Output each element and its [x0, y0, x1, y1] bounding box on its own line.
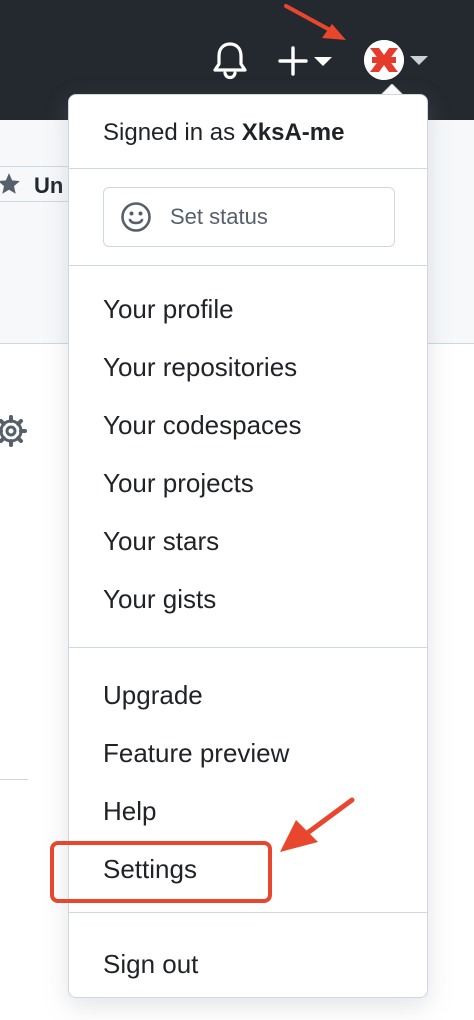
gear-icon[interactable]	[0, 414, 28, 448]
status-section: Set status	[69, 169, 427, 266]
menu-item-label: Sign out	[103, 949, 199, 979]
chevron-down-icon	[314, 57, 332, 66]
menu-item-label: Your codespaces	[103, 410, 302, 440]
star-icon	[0, 173, 20, 194]
unstar-label: Un	[34, 173, 64, 198]
user-menu-button[interactable]	[360, 36, 434, 84]
settings-highlight-box	[50, 841, 272, 903]
menu-item-upgrade[interactable]: Upgrade	[69, 668, 427, 720]
background-divider	[0, 779, 28, 780]
menu-item-label: Your projects	[103, 468, 254, 498]
menu-item-your-codespaces[interactable]: Your codespaces	[69, 398, 427, 450]
menu-item-label: Your repositories	[103, 352, 298, 382]
set-status-label: Set status	[170, 204, 268, 229]
menu-item-help[interactable]: Help	[69, 784, 427, 836]
annotation-arrow-icon	[284, 4, 346, 40]
chevron-down-icon	[410, 56, 428, 65]
sign-out-group: Sign out	[69, 913, 427, 999]
menu-item-your-projects[interactable]: Your projects	[69, 456, 427, 508]
menu-item-label: Your profile	[103, 294, 234, 324]
signed-in-prefix: Signed in as	[103, 119, 242, 146]
menu-item-label: Upgrade	[103, 680, 203, 710]
menu-item-label: Feature preview	[103, 738, 290, 768]
menu-item-your-repositories[interactable]: Your repositories	[69, 340, 427, 392]
menu-item-your-stars[interactable]: Your stars	[69, 514, 427, 566]
signed-in-text: Signed in as XksA-me	[103, 119, 344, 147]
avatar-x-logo-icon	[364, 40, 404, 80]
menu-item-feature-preview[interactable]: Feature preview	[69, 726, 427, 778]
bell-icon	[213, 42, 247, 80]
set-status-button[interactable]: Set status	[103, 187, 395, 247]
menu-item-your-profile[interactable]: Your profile	[69, 282, 427, 334]
smiley-icon	[121, 202, 151, 232]
menu-item-your-gists[interactable]: Your gists	[69, 572, 427, 624]
menu-item-label: Your stars	[103, 526, 220, 556]
signed-in-header: Signed in as XksA-me	[69, 95, 427, 169]
menu-item-label: Your gists	[103, 584, 217, 614]
profile-links-group: Your profile Your repositories Your code…	[69, 266, 427, 648]
notifications-button[interactable]	[212, 40, 248, 80]
annotation-arrow-icon	[280, 797, 355, 852]
username: XksA-me	[241, 119, 345, 146]
menu-item-sign-out[interactable]: Sign out	[69, 937, 427, 989]
menu-item-label: Help	[103, 796, 157, 826]
avatar[interactable]	[364, 40, 404, 80]
